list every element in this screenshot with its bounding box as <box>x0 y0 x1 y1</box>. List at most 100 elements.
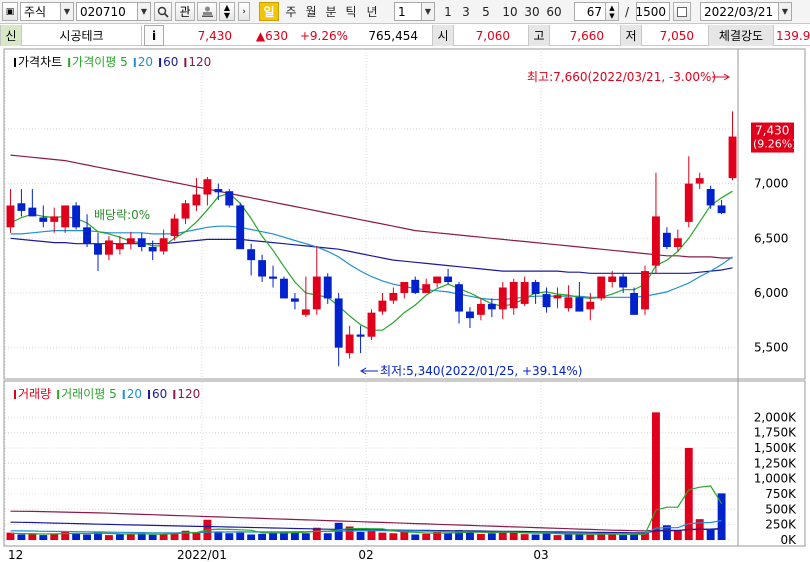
strength-label: 체결강도 <box>708 25 774 46</box>
price-change-text: ▲630 <box>255 28 288 43</box>
period-tab-week-label: 주 <box>285 5 297 19</box>
stock-code-dropdown-arrow[interactable]: ▼ <box>137 2 151 21</box>
minute-button-3[interactable]: 3 <box>458 2 474 21</box>
candle-body <box>367 312 376 337</box>
volume-legend-swatch <box>173 390 176 399</box>
minute-button-60-label: 60 <box>546 4 562 19</box>
candle-body <box>280 278 288 299</box>
volume-legend-label: 20 <box>127 387 142 401</box>
volume-bar <box>673 530 682 540</box>
volume-bar <box>630 534 639 540</box>
minute-button-5-label: 5 <box>482 4 490 19</box>
candle-body <box>236 205 245 250</box>
minute-button-60[interactable]: 60 <box>544 2 564 21</box>
panel-toggle-checkbox[interactable]: ▣ <box>2 2 18 21</box>
candle-body <box>203 179 212 195</box>
apply-checkbox[interactable] <box>673 2 691 21</box>
volume-tick-label: 1,750K <box>754 426 797 440</box>
volume-bar <box>706 528 715 540</box>
candle-body <box>728 136 737 179</box>
candle-body <box>652 216 660 266</box>
candle-body <box>498 287 507 310</box>
x-tick-label: 03 <box>533 548 548 562</box>
price-tick-label: 6,500 <box>754 231 788 245</box>
volume-bar <box>104 535 113 540</box>
search-icon <box>157 6 169 18</box>
stamp-button[interactable] <box>197 2 217 21</box>
volume-legend-label: 60 <box>152 387 167 401</box>
period-tab-day[interactable]: 일 <box>259 2 279 21</box>
candle-body <box>466 311 474 319</box>
spinner-down-icon: ▼ <box>223 10 231 20</box>
market-dropdown-arrow[interactable]: ▼ <box>60 2 74 21</box>
candle-body <box>706 189 715 206</box>
minute-button-30[interactable]: 30 <box>522 2 542 21</box>
candle-body <box>411 279 420 293</box>
minute-button-1[interactable]: 1 <box>440 2 456 21</box>
period-tab-week[interactable]: 주 <box>281 2 301 21</box>
volume-bar <box>301 533 310 540</box>
total-count-input[interactable]: 1500 <box>636 2 670 21</box>
candle-body <box>695 178 704 184</box>
stock-spinner[interactable]: ▲ ▼ <box>219 2 235 21</box>
candle-body <box>476 303 485 315</box>
volume-bar <box>531 534 540 540</box>
candle-body <box>334 298 343 348</box>
management-button[interactable]: 관 <box>175 2 195 21</box>
high-price-text: 7,660 <box>569 28 604 43</box>
search-button[interactable] <box>154 2 172 21</box>
volume-legend-swatch <box>14 390 16 399</box>
stock-chart[interactable]: 5,5006,0006,5007,0007,5000K250K500K750K1… <box>0 47 810 562</box>
candle-body <box>6 205 15 228</box>
display-count-input[interactable]: 67 <box>574 2 606 21</box>
period-tab-tick-label: 틱 <box>345 5 357 19</box>
count-separator-text: / <box>624 4 630 19</box>
volume-bar <box>258 533 267 540</box>
price-legend-label: 20 <box>138 55 153 69</box>
stock-name: 시공테크 <box>22 25 142 46</box>
volume-bar <box>553 535 562 540</box>
interval-input[interactable]: 1 <box>394 2 424 21</box>
volume-legend-label: 120 <box>177 387 200 401</box>
period-tab-minute[interactable]: 분 <box>321 2 341 21</box>
price-legend-label: 120 <box>188 55 211 69</box>
low-label-text: 저 <box>625 29 637 43</box>
date-input[interactable]: 2022/03/21 <box>700 2 780 21</box>
period-tab-year[interactable]: 년 <box>361 2 383 21</box>
price-legend-swatch <box>159 58 162 67</box>
price-legend-swatch <box>133 58 136 67</box>
x-tick-label: 2022/01 <box>177 548 227 562</box>
candle-body <box>170 218 179 237</box>
period-tab-tick[interactable]: 틱 <box>341 2 361 21</box>
candle-body <box>312 276 321 310</box>
candle-body <box>444 276 453 283</box>
date-dropdown-arrow[interactable]: ▼ <box>778 2 792 21</box>
volume-legend-swatch <box>148 390 151 399</box>
volume-tick-label: 1,500K <box>754 441 797 455</box>
current-rate-axis-label: (9.26%) <box>753 138 797 151</box>
x-tick-label: 02 <box>358 548 373 562</box>
info-icon: i <box>151 28 157 43</box>
minute-button-5[interactable]: 5 <box>478 2 494 21</box>
high-annotation: 최고:7,660(2022/03/21, -3.00%) <box>527 70 716 84</box>
market-select[interactable]: 주식 <box>20 2 62 21</box>
candle-body <box>520 282 529 304</box>
management-button-label: 관 <box>179 5 191 19</box>
info-button[interactable]: i <box>144 25 164 46</box>
current-price-text: 7,430 <box>197 28 232 43</box>
volume-bar <box>72 533 81 540</box>
volume-bar <box>61 531 70 540</box>
volume-bar <box>400 531 409 540</box>
period-tab-month[interactable]: 월 <box>301 2 321 21</box>
candle-body <box>345 334 354 354</box>
next-stock-button[interactable]: › <box>238 2 250 21</box>
candle-body <box>39 217 48 222</box>
high-label: 고 <box>528 25 550 46</box>
candle-body <box>378 300 387 312</box>
display-count-spinner[interactable]: ▲ ▼ <box>605 2 619 21</box>
minute-button-10[interactable]: 10 <box>500 2 520 21</box>
interval-dropdown-arrow[interactable]: ▼ <box>421 2 435 21</box>
stock-code-input[interactable]: 020710 <box>76 2 138 21</box>
market-select-value: 주식 <box>24 5 47 19</box>
volume-bar <box>586 534 595 540</box>
